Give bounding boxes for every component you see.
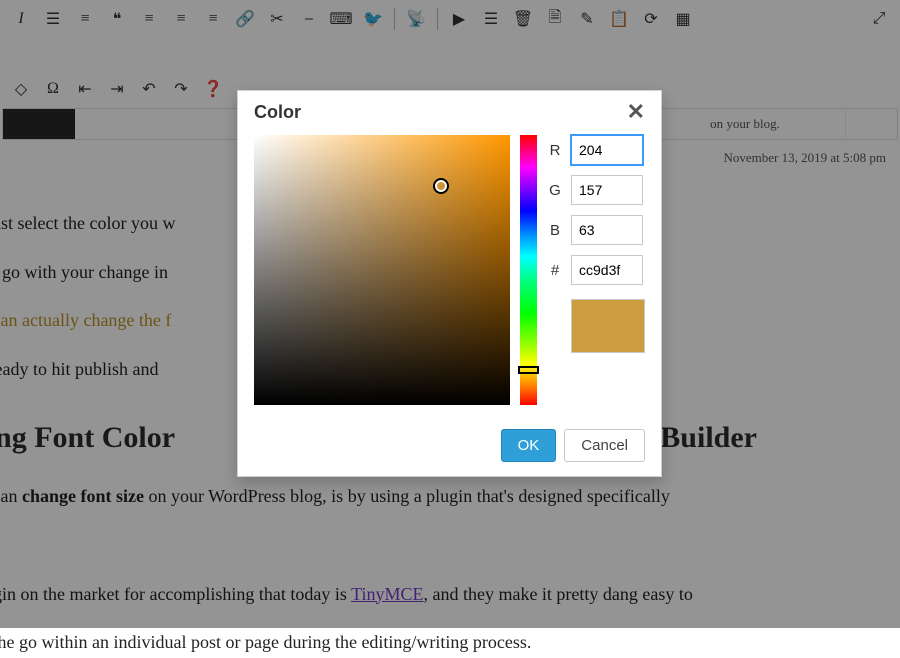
page-icon[interactable]: 🗎: [542, 6, 568, 32]
rss-icon[interactable]: 📡: [403, 6, 429, 32]
undo-icon[interactable]: ↶: [136, 76, 162, 102]
play-icon[interactable]: ▶: [446, 6, 472, 32]
r-input[interactable]: [571, 135, 643, 165]
clipboard-icon[interactable]: 📋: [606, 6, 632, 32]
dialog-body: R G B #: [238, 135, 661, 419]
menu-icon[interactable]: ☰: [478, 6, 504, 32]
saturation-value-panel[interactable]: [254, 135, 510, 405]
outdent-icon[interactable]: ⇤: [72, 76, 98, 102]
expand-icon[interactable]: ⤢: [866, 6, 892, 32]
trash-icon[interactable]: 🗑: [510, 6, 536, 32]
quote-icon[interactable]: ❝: [104, 6, 130, 32]
toolbar-row-1: I ☰ ≡ ❝ ≡ ≡ ≡ 🔗 ✂ ⎯ ⌨ 🐦 📡 ▶ ☰ 🗑 🗎 ✎ 📋 ⟳ …: [0, 0, 900, 38]
grid-icon[interactable]: ▦: [670, 6, 696, 32]
italic-icon[interactable]: I: [8, 6, 34, 32]
date-text: November 13, 2019 at 5:08 pm: [724, 150, 886, 166]
insert-more-icon[interactable]: ⎯: [296, 6, 322, 32]
r-label: R: [547, 142, 563, 159]
align-center-icon[interactable]: ≡: [168, 6, 194, 32]
paragraph: .: [0, 530, 890, 561]
b-input[interactable]: [571, 215, 643, 245]
tinymce-link[interactable]: TinyMCE: [351, 584, 423, 604]
dialog-footer: OK Cancel: [238, 419, 661, 476]
edit-icon[interactable]: ✎: [574, 6, 600, 32]
hex-input[interactable]: [571, 255, 643, 285]
paragraph: plugin on the market for accomplishing t…: [0, 579, 890, 610]
close-icon[interactable]: ✕: [627, 101, 645, 123]
bullet-list-icon[interactable]: ☰: [40, 6, 66, 32]
bird-icon[interactable]: 🐦: [360, 6, 386, 32]
align-left-icon[interactable]: ≡: [136, 6, 162, 32]
dialog-title: Color: [254, 102, 301, 123]
ok-button[interactable]: OK: [501, 429, 557, 462]
hue-slider[interactable]: [520, 135, 537, 405]
hue-thumb[interactable]: [518, 366, 539, 374]
sv-cursor[interactable]: [435, 180, 447, 192]
redo-icon[interactable]: ↷: [168, 76, 194, 102]
number-list-icon[interactable]: ≡: [72, 6, 98, 32]
unlink-icon[interactable]: ✂: [264, 6, 290, 32]
separator: [394, 8, 395, 30]
g-input[interactable]: [571, 175, 643, 205]
help-icon[interactable]: ❓: [200, 76, 226, 102]
link-icon[interactable]: 🔗: [232, 6, 258, 32]
dialog-header: Color ✕: [238, 91, 661, 135]
g-label: G: [547, 182, 563, 199]
align-right-icon[interactable]: ≡: [200, 6, 226, 32]
keyboard-icon[interactable]: ⌨: [328, 6, 354, 32]
history-icon[interactable]: ⟳: [638, 6, 664, 32]
hex-label: #: [547, 262, 563, 279]
omega-icon[interactable]: Ω: [40, 76, 66, 102]
paragraph: on the go within an individual post or p…: [0, 627, 890, 658]
eraser-icon[interactable]: ◇: [8, 76, 34, 102]
info-dark-cell: [3, 109, 75, 139]
cancel-button[interactable]: Cancel: [564, 429, 645, 462]
info-right-text: on your blog.: [645, 116, 845, 132]
color-dialog: Color ✕ R G B #: [237, 90, 662, 477]
separator: [437, 8, 438, 30]
b-label: B: [547, 222, 563, 239]
paragraph: ou can change font size on your WordPres…: [0, 481, 890, 512]
rgb-inputs: R G B #: [547, 135, 645, 405]
indent-icon[interactable]: ⇥: [104, 76, 130, 102]
color-swatch: [571, 299, 645, 353]
